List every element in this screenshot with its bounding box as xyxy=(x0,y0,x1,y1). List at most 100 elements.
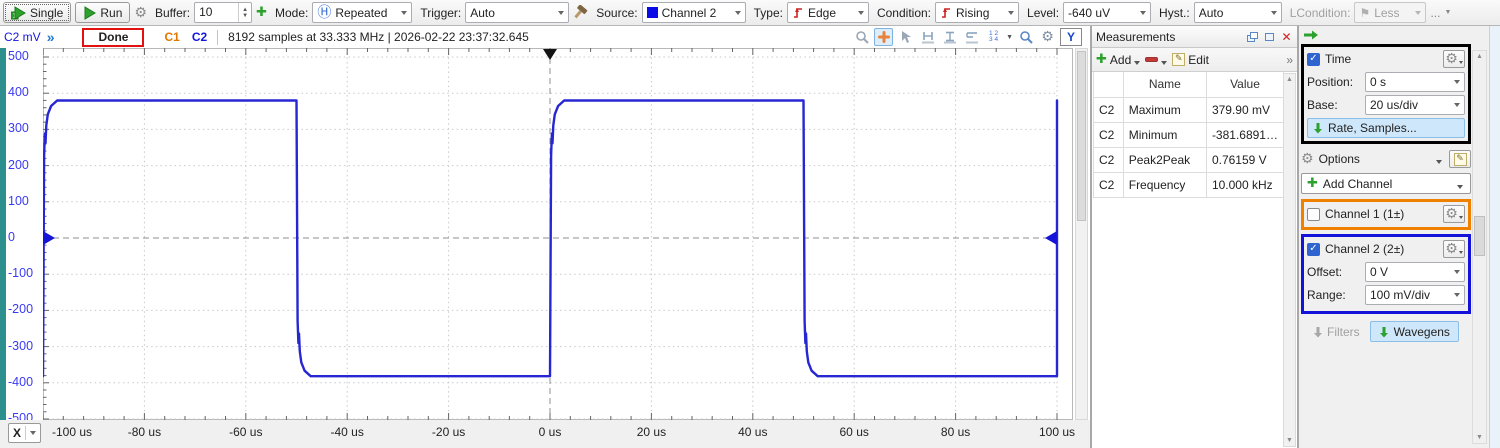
rate-samples-button[interactable]: Rate, Samples... xyxy=(1307,118,1465,138)
x-axis-button[interactable]: X xyxy=(8,423,41,443)
move-tool-icon[interactable] xyxy=(874,28,893,46)
options-caret-icon[interactable] xyxy=(1436,160,1442,164)
horizontal-cursors-icon[interactable] xyxy=(918,28,937,46)
channel2-group-box: ✓ Channel 2 (2±) ⚙ Offset: 0 V Range: 10… xyxy=(1301,234,1471,314)
run-button[interactable]: Run xyxy=(75,2,130,23)
remove-measurement-icon[interactable] xyxy=(1145,57,1158,62)
edit-label[interactable]: Edit xyxy=(1188,53,1209,67)
measurement-cell: 10.000 kHz xyxy=(1206,172,1283,197)
control-panel-scrollbar[interactable]: ▲ ▼ xyxy=(1472,50,1487,444)
zoom-region-icon[interactable] xyxy=(1016,28,1035,46)
x-axis-row: X -100 us-80 us-60 us-40 us-20 us0 us20 … xyxy=(0,420,1090,448)
trigger-tool-icon[interactable] xyxy=(573,5,588,20)
add-channel-button[interactable]: ✚ Add Channel xyxy=(1301,173,1471,194)
scroll-up-icon[interactable]: ▲ xyxy=(1473,53,1486,60)
time-settings-button[interactable]: ⚙ xyxy=(1443,50,1465,68)
vertical-cursors-icon[interactable] xyxy=(940,28,959,46)
quick-measure-icon[interactable] xyxy=(962,28,981,46)
edit-note-icon[interactable]: ✎ xyxy=(1172,53,1185,66)
measurement-cell: C2 xyxy=(1094,97,1124,122)
base-select[interactable]: 20 us/div xyxy=(1365,95,1465,115)
trigger-select[interactable]: Auto xyxy=(465,2,569,23)
position-select[interactable]: 0 s xyxy=(1365,72,1465,92)
measurements-overflow-chevron[interactable]: » xyxy=(1286,53,1293,67)
x-tick-label: -100 us xyxy=(52,425,92,439)
range-select[interactable]: 100 mV/div xyxy=(1365,285,1465,305)
options-edit-button[interactable]: ✎ xyxy=(1449,150,1471,168)
buffer-gear-icon[interactable]: ⚙ xyxy=(134,6,147,20)
type-select[interactable]: Edge xyxy=(787,2,869,23)
options-label[interactable]: Options xyxy=(1319,152,1360,166)
scroll-down-icon[interactable]: ▼ xyxy=(1284,437,1295,444)
x-tick-label: 40 us xyxy=(738,425,767,439)
single-button-label: Single xyxy=(30,6,63,20)
measurement-cell: -381.6891… xyxy=(1206,122,1283,147)
source-label: Source: xyxy=(596,6,637,20)
maximize-window-icon[interactable] xyxy=(1263,31,1276,43)
toolbar-overflow-button[interactable]: ... xyxy=(1430,6,1440,20)
mode-select[interactable]: Ⓗ Repeated xyxy=(312,2,412,23)
channel2-tab[interactable]: C2 xyxy=(192,30,207,44)
scrollbar-thumb[interactable] xyxy=(1077,51,1086,221)
channel2-checkbox[interactable]: ✓ xyxy=(1307,243,1320,256)
measurement-cell: C2 xyxy=(1094,172,1124,197)
notes-digits-icon[interactable]: 1 23 4 xyxy=(984,28,1003,46)
options-gear-icon[interactable]: ⚙ xyxy=(1301,152,1314,166)
buffer-value: 10 xyxy=(195,3,238,22)
buffer-spinner[interactable]: 10 ▲▼ xyxy=(194,2,252,23)
plot-settings-gear-icon[interactable]: ⚙ xyxy=(1038,28,1057,46)
time-group-header: ✓ Time ⚙ xyxy=(1307,49,1465,69)
time-base-row: Base: 20 us/div xyxy=(1307,95,1465,115)
waveform-plot[interactable] xyxy=(43,48,1073,420)
add-measurement-label[interactable]: Add xyxy=(1110,53,1131,67)
time-position-row: Position: 0 s xyxy=(1307,72,1465,92)
axis-expand-chevron-icon[interactable]: » xyxy=(47,29,55,45)
zoom-tool-icon[interactable] xyxy=(852,28,871,46)
run-play-icon xyxy=(83,6,96,20)
offset-select[interactable]: 0 V xyxy=(1365,262,1465,282)
measurement-row[interactable]: C2Frequency10.000 kHz xyxy=(1094,172,1284,197)
cursor-tool-icon[interactable] xyxy=(896,28,915,46)
channel1-settings-button[interactable]: ⚙ xyxy=(1443,205,1465,223)
y-axis-button[interactable]: Y xyxy=(1060,28,1082,46)
filters-button[interactable]: Filters xyxy=(1313,325,1360,339)
level-select[interactable]: -640 uV xyxy=(1063,2,1151,23)
scroll-down-icon[interactable]: ▼ xyxy=(1473,434,1486,441)
plot-vertical-scrollbar[interactable] xyxy=(1075,48,1088,420)
scrollbar-thumb[interactable] xyxy=(1474,216,1485,256)
tools-dropdown-caret-icon[interactable]: ▼ xyxy=(1006,34,1013,41)
channel2-settings-button[interactable]: ⚙ xyxy=(1443,240,1465,258)
remove-dropdown-caret-icon[interactable] xyxy=(1161,61,1167,65)
channel1-group-box: Channel 1 (1±) ⚙ xyxy=(1301,199,1471,230)
hysteresis-select[interactable]: Auto xyxy=(1194,2,1282,23)
chevron-down-icon xyxy=(1415,11,1421,15)
mode-label: Mode: xyxy=(275,6,308,20)
wavegens-button[interactable]: Wavegens xyxy=(1370,321,1459,342)
channel1-checkbox[interactable] xyxy=(1307,208,1320,221)
measurements-scrollbar[interactable]: ▲ ▼ xyxy=(1283,73,1296,447)
condition-value: Rising xyxy=(956,6,1004,20)
float-window-icon[interactable] xyxy=(1246,31,1259,43)
y-axis-channel-label[interactable]: C2 mV xyxy=(4,30,41,44)
close-icon[interactable]: ✕ xyxy=(1280,31,1293,43)
measurement-row[interactable]: C2Minimum-381.6891… xyxy=(1094,122,1284,147)
channel1-tab[interactable]: C1 xyxy=(164,30,179,44)
collapse-panel-arrow-icon[interactable] xyxy=(1303,30,1319,40)
condition-select[interactable]: Rising xyxy=(935,2,1019,23)
add-acquisition-icon[interactable]: ✚ xyxy=(256,5,267,20)
measurement-row[interactable]: C2Peak2Peak0.76159 V xyxy=(1094,147,1284,172)
x-tick-label: 100 us xyxy=(1039,425,1075,439)
buffer-spinner-arrows[interactable]: ▲▼ xyxy=(238,3,251,22)
toolbar-overflow-caret-icon[interactable]: ▼ xyxy=(1444,9,1451,16)
scroll-up-icon[interactable]: ▲ xyxy=(1284,76,1295,83)
source-select[interactable]: Channel 2 xyxy=(642,2,746,23)
measurement-row[interactable]: C2Maximum379.90 mV xyxy=(1094,97,1284,122)
add-measurement-icon[interactable]: ✚ xyxy=(1096,52,1107,67)
measurements-header-row: Name Value xyxy=(1094,72,1284,97)
measurements-titlebar[interactable]: Measurements ✕ xyxy=(1092,26,1297,48)
single-button[interactable]: 1 Single xyxy=(3,2,71,23)
add-dropdown-caret-icon[interactable] xyxy=(1134,61,1140,65)
measurement-cell: C2 xyxy=(1094,147,1124,172)
y-tick-label: 400 xyxy=(6,85,38,99)
time-checkbox[interactable]: ✓ xyxy=(1307,53,1320,66)
